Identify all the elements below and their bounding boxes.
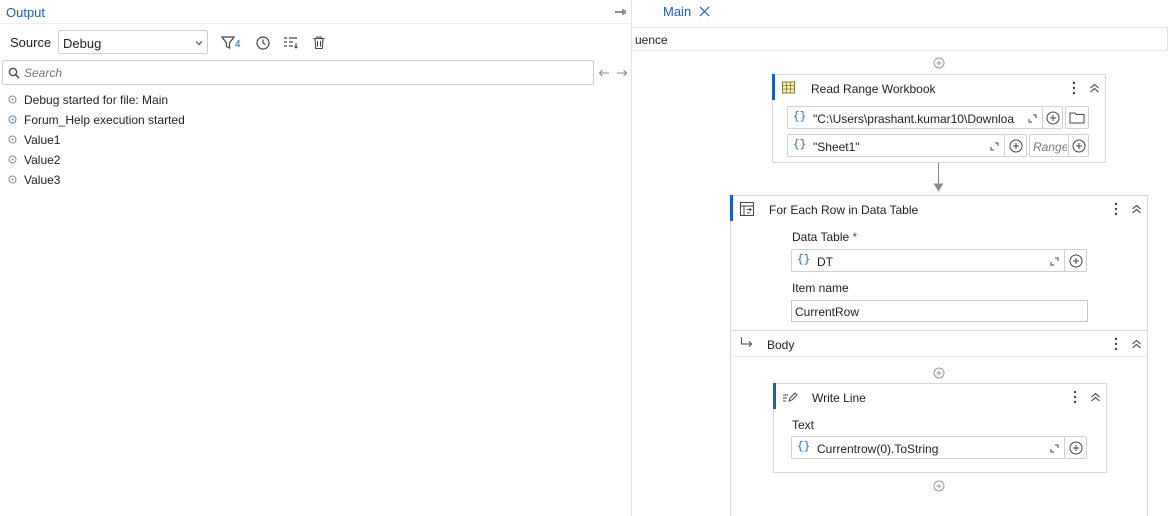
expression-brace-icon: {} — [793, 111, 807, 123]
write-line-icon — [782, 389, 798, 405]
expand-icon[interactable] — [1050, 444, 1059, 453]
more-options-icon[interactable] — [1114, 337, 1118, 351]
expand-icon[interactable] — [1028, 114, 1037, 123]
info-icon — [8, 175, 17, 184]
body-label: Body — [767, 338, 795, 352]
data-table-value: DT — [817, 255, 833, 269]
collapse-icon[interactable] — [1090, 392, 1101, 402]
item-name-input[interactable]: CurrentRow — [791, 300, 1088, 322]
log-item[interactable]: Forum_Help execution started — [0, 110, 632, 130]
add-activity-icon[interactable] — [933, 480, 945, 492]
body-arrow-icon — [740, 337, 754, 349]
trash-icon[interactable] — [310, 34, 328, 52]
connector-line — [938, 163, 939, 185]
arrow-right-icon[interactable] — [616, 67, 628, 79]
activity-title: Read Range Workbook — [811, 82, 936, 96]
log-text: Value3 — [24, 173, 61, 187]
for-each-row-icon — [739, 201, 755, 217]
add-activity-icon[interactable] — [933, 367, 945, 379]
source-value: Debug — [63, 36, 102, 51]
log-text: Debug started for file: Main — [24, 93, 169, 107]
folder-icon — [1069, 111, 1085, 124]
required-marker: * — [852, 230, 858, 244]
sheet-name-field[interactable]: {} "Sheet1" — [787, 134, 1027, 157]
plus-icon[interactable] — [1069, 254, 1083, 268]
sort-list-icon[interactable] — [282, 34, 300, 52]
info-icon — [8, 135, 17, 144]
tab-main[interactable]: Main — [663, 4, 691, 19]
activity-title: For Each Row in Data Table — [769, 203, 919, 217]
collapse-icon[interactable] — [1131, 339, 1142, 349]
clock-icon[interactable] — [254, 34, 272, 52]
output-header: Output — [0, 0, 632, 24]
log-text: Value2 — [24, 153, 61, 167]
more-options-icon[interactable] — [1072, 81, 1076, 95]
search-box[interactable] — [2, 60, 594, 85]
breadcrumb: uence — [633, 27, 1168, 51]
plus-icon[interactable] — [1072, 139, 1086, 153]
range-field[interactable]: Range — [1029, 134, 1089, 157]
expression-brace-icon: {} — [793, 139, 807, 151]
browse-folder-button[interactable] — [1065, 106, 1089, 129]
output-panel: Output Source Debug 4 Search Debug start… — [0, 0, 632, 516]
expression-brace-icon: {} — [797, 254, 811, 266]
text-value: Currentrow(0).ToString — [817, 442, 939, 456]
body-section-header[interactable]: Body — [731, 330, 1147, 356]
arrow-left-icon[interactable] — [598, 67, 610, 79]
more-options-icon[interactable] — [1114, 202, 1118, 216]
source-label: Source — [10, 35, 52, 50]
item-name-value: CurrentRow — [795, 305, 860, 319]
for-each-row-activity[interactable]: For Each Row in Data Table Data Table * … — [730, 195, 1148, 516]
search-input[interactable] — [24, 64, 584, 82]
info-icon — [8, 95, 17, 104]
arrow-down-icon — [933, 183, 944, 192]
workbook-path-value: "C:\Users\prashant.kumar10\Downloa — [813, 112, 1015, 126]
activity-header[interactable]: For Each Row in Data Table — [731, 196, 1147, 222]
expand-icon[interactable] — [1050, 257, 1059, 266]
search-row — [0, 60, 632, 86]
filter-count: 4 — [235, 39, 241, 50]
workbook-path-field[interactable]: {} "C:\Users\prashant.kumar10\Downloa — [787, 106, 1063, 129]
info-icon — [8, 115, 17, 124]
plus-icon[interactable] — [1069, 441, 1083, 455]
log-item[interactable]: Value1 — [0, 130, 632, 150]
breadcrumb-text[interactable]: uence — [635, 33, 668, 47]
collapse-icon[interactable] — [1089, 83, 1100, 93]
log-item[interactable]: Value3 — [0, 170, 632, 190]
write-line-activity[interactable]: Write Line Text {} Currentrow(0).ToStrin… — [773, 383, 1107, 473]
range-placeholder: Range — [1033, 140, 1067, 154]
chevron-down-icon — [195, 39, 203, 47]
log-text: Forum_Help execution started — [24, 113, 185, 127]
workflow-designer: Main uence Read Range Workbook {} "C:\Us… — [633, 0, 1170, 516]
data-table-label: Data Table * — [792, 230, 858, 244]
output-toolbar: Source Debug 4 — [0, 30, 632, 56]
plus-icon[interactable] — [1046, 111, 1060, 125]
text-field[interactable]: {} Currentrow(0).ToString — [791, 436, 1087, 459]
activity-header[interactable]: Read Range Workbook — [773, 75, 1105, 101]
more-options-icon[interactable] — [1073, 390, 1077, 404]
close-icon[interactable] — [699, 6, 710, 17]
excel-workbook-icon — [781, 80, 797, 96]
search-icon — [8, 67, 20, 79]
log-item[interactable]: Value2 — [0, 150, 632, 170]
info-icon — [8, 155, 17, 164]
read-range-workbook-activity[interactable]: Read Range Workbook {} "C:\Users\prashan… — [772, 74, 1106, 163]
source-select[interactable]: Debug — [58, 30, 208, 54]
text-label: Text — [792, 418, 815, 432]
log-item[interactable]: Debug started for file: Main — [0, 90, 632, 110]
log-text: Value1 — [24, 133, 61, 147]
expression-brace-icon: {} — [797, 441, 811, 453]
output-title: Output — [6, 5, 46, 20]
activity-title: Write Line — [812, 391, 866, 405]
data-table-field[interactable]: {} DT — [791, 249, 1087, 272]
expand-icon[interactable] — [990, 142, 999, 151]
collapse-icon[interactable] — [1131, 204, 1142, 214]
item-name-label: Item name — [792, 281, 849, 295]
plus-icon[interactable] — [1009, 139, 1023, 153]
add-activity-icon[interactable] — [933, 57, 945, 69]
pin-icon[interactable] — [614, 5, 628, 19]
sheet-name-value: "Sheet1" — [813, 140, 860, 154]
activity-header[interactable]: Write Line — [774, 384, 1106, 410]
log-list: Debug started for file: Main Forum_Help … — [0, 90, 632, 190]
